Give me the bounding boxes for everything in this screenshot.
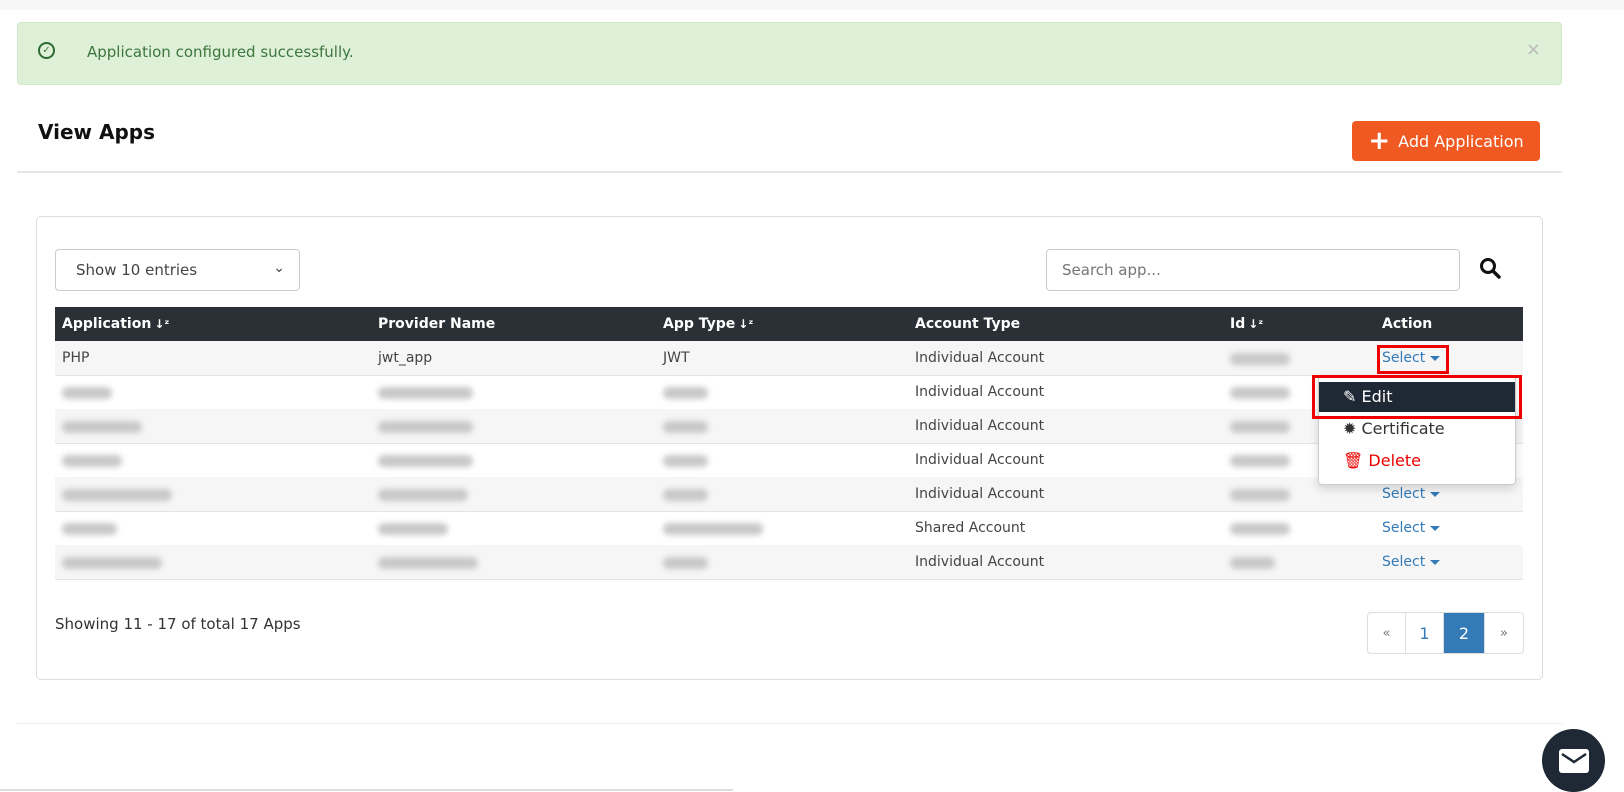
entries-select[interactable]: Show 10 entries ⌄ xyxy=(55,249,300,291)
action-select[interactable]: Select xyxy=(1382,520,1441,536)
mail-icon xyxy=(1558,748,1589,773)
alert-message: Application configured successfully. xyxy=(87,43,354,61)
entries-value: Show 10 entries xyxy=(76,261,198,279)
divider xyxy=(17,723,1562,724)
top-bar xyxy=(0,0,1624,10)
cell-provider-redacted xyxy=(378,523,448,535)
table-summary: Showing 11 - 17 of total 17 Apps xyxy=(55,615,301,633)
cell-account-type: Shared Account xyxy=(915,520,1026,536)
page-title: View Apps xyxy=(38,120,156,144)
sort-icon: ↓ᶻ xyxy=(738,317,754,331)
highlight-select xyxy=(1377,345,1449,374)
action-select[interactable]: Select xyxy=(1382,554,1441,570)
cell-provider-redacted xyxy=(378,455,473,467)
cell-id-redacted xyxy=(1230,455,1290,467)
sort-icon: ↓ᶻ xyxy=(1248,317,1264,331)
pagination: « 1 2 » xyxy=(1367,612,1524,654)
scrollbar-track xyxy=(0,789,733,791)
cell-app-type-redacted xyxy=(663,557,708,569)
close-icon[interactable]: × xyxy=(1526,39,1541,60)
pagination-page-2[interactable]: 2 xyxy=(1444,613,1485,653)
sort-icon: ↓ᶻ xyxy=(154,317,170,331)
pagination-next[interactable]: » xyxy=(1485,613,1523,653)
cell-id-redacted xyxy=(1230,353,1290,365)
cell-app-type: JWT xyxy=(663,350,690,366)
cell-application-redacted xyxy=(62,455,122,467)
table-row: Individual Account Select xyxy=(55,477,1523,512)
cell-app-type-redacted xyxy=(663,523,763,535)
cell-provider-redacted xyxy=(378,489,468,501)
cell-application-redacted xyxy=(62,421,142,433)
table-row: Shared Account Select xyxy=(55,511,1523,546)
cell-account-type: Individual Account xyxy=(915,384,1045,400)
caret-down-icon xyxy=(1430,525,1441,531)
action-select[interactable]: Select xyxy=(1382,486,1441,502)
table-row: Individual Account Select xyxy=(55,545,1523,580)
cell-provider-redacted xyxy=(378,421,473,433)
cell-provider-redacted xyxy=(378,387,473,399)
search-input[interactable] xyxy=(1046,249,1460,291)
chevron-down-icon: ⌄ xyxy=(273,260,285,276)
cell-app-type-redacted xyxy=(663,455,708,467)
cell-account-type: Individual Account xyxy=(915,554,1045,570)
cell-id-redacted xyxy=(1230,387,1290,399)
dropdown-item-delete[interactable]: 🗑 Delete xyxy=(1319,446,1515,476)
column-account-type: Account Type xyxy=(915,316,1021,332)
search-icon[interactable] xyxy=(1478,256,1502,280)
pagination-prev[interactable]: « xyxy=(1368,613,1406,653)
add-application-button[interactable]: + Add Application xyxy=(1352,121,1540,161)
highlight-edit xyxy=(1312,375,1522,419)
cell-id-redacted xyxy=(1230,489,1290,501)
cell-application-redacted xyxy=(62,557,162,569)
add-application-label: Add Application xyxy=(1398,131,1524,151)
cell-application-redacted xyxy=(62,387,112,399)
plus-icon: + xyxy=(1368,126,1391,156)
cell-id-redacted xyxy=(1230,557,1275,569)
cell-account-type: Individual Account xyxy=(915,486,1045,502)
cell-application-redacted xyxy=(62,489,172,501)
check-circle-icon: ✓ xyxy=(38,42,55,59)
caret-down-icon xyxy=(1430,559,1441,565)
cell-app-type-redacted xyxy=(663,421,708,433)
table-header: Application ↓ᶻ Provider Name App Type ↓ᶻ A… xyxy=(55,307,1523,341)
cell-account-type: Individual Account xyxy=(915,418,1045,434)
cell-account-type: Individual Account xyxy=(915,350,1045,366)
certificate-icon: ✹ xyxy=(1343,419,1362,438)
success-alert: ✓ Application configured successfully. × xyxy=(17,22,1562,85)
cell-id-redacted xyxy=(1230,421,1290,433)
cell-application-redacted xyxy=(62,523,117,535)
table-row: Individual Account xyxy=(55,409,1523,444)
column-action: Action xyxy=(1382,316,1433,332)
contact-button[interactable] xyxy=(1542,729,1605,792)
caret-down-icon xyxy=(1430,491,1441,497)
cell-provider-redacted xyxy=(378,557,478,569)
column-app-type[interactable]: App Type ↓ᶻ xyxy=(663,316,753,332)
table-row: PHP jwt_app JWT Individual Account Select xyxy=(55,341,1523,376)
column-provider-name: Provider Name xyxy=(378,316,496,332)
cell-app-type-redacted xyxy=(663,489,708,501)
column-application[interactable]: Application ↓ᶻ xyxy=(62,316,169,332)
divider xyxy=(17,171,1562,173)
cell-app-type-redacted xyxy=(663,387,708,399)
column-id[interactable]: Id ↓ᶻ xyxy=(1230,316,1263,332)
pagination-page-1[interactable]: 1 xyxy=(1406,613,1444,653)
cell-provider: jwt_app xyxy=(378,350,433,366)
table-row: Individual Account xyxy=(55,443,1523,478)
cell-application: PHP xyxy=(62,350,90,366)
cell-account-type: Individual Account xyxy=(915,452,1045,468)
trash-icon: 🗑 xyxy=(1343,451,1369,470)
table-row: Individual Account xyxy=(55,375,1523,410)
cell-id-redacted xyxy=(1230,523,1290,535)
